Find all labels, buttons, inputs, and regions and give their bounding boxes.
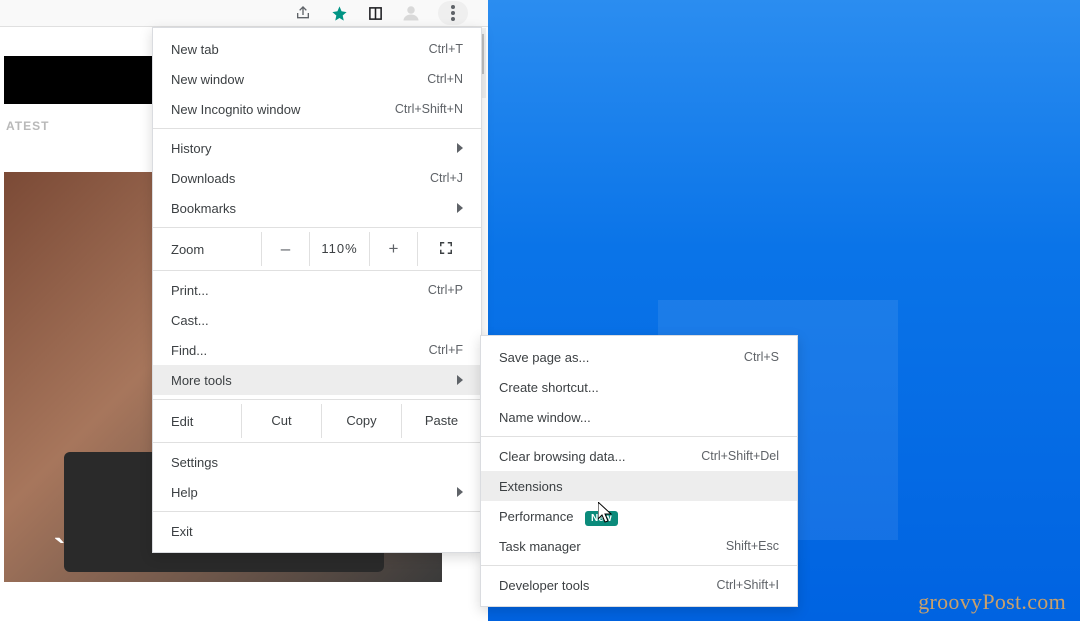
menu-separator	[153, 442, 481, 443]
menu-item-label: Find...	[171, 343, 429, 358]
menu-item-shortcut: Ctrl+Shift+I	[716, 578, 779, 592]
menu-item-shortcut: Shift+Esc	[726, 539, 779, 553]
menu-item-label: History	[171, 141, 457, 156]
share-icon[interactable]	[294, 4, 312, 22]
performance-text: Performance	[499, 509, 573, 524]
menu-item-shortcut: Ctrl+F	[429, 343, 463, 357]
menu-separator	[481, 565, 797, 566]
zoom-out-button[interactable]: –	[262, 232, 310, 266]
menu-item-label: Performance New	[499, 509, 779, 524]
menu-separator	[153, 399, 481, 400]
edit-label: Edit	[171, 414, 241, 429]
menu-print[interactable]: Print... Ctrl+P	[153, 275, 481, 305]
menu-item-shortcut: Ctrl+P	[428, 283, 463, 297]
menu-more-tools[interactable]: More tools	[153, 365, 481, 395]
reading-list-icon[interactable]	[366, 4, 384, 22]
zoom-value: 110%	[310, 232, 370, 266]
menu-item-label: More tools	[171, 373, 457, 388]
menu-new-window[interactable]: New window Ctrl+N	[153, 64, 481, 94]
menu-downloads[interactable]: Downloads Ctrl+J	[153, 163, 481, 193]
submenu-dev-tools[interactable]: Developer tools Ctrl+Shift+I	[481, 570, 797, 600]
submenu-save-page[interactable]: Save page as... Ctrl+S	[481, 342, 797, 372]
menu-separator	[153, 270, 481, 271]
menu-new-incognito[interactable]: New Incognito window Ctrl+Shift+N	[153, 94, 481, 124]
menu-item-shortcut: Ctrl+Shift+N	[395, 102, 463, 116]
browser-toolbar	[0, 0, 488, 27]
more-tools-submenu: Save page as... Ctrl+S Create shortcut..…	[480, 335, 798, 607]
menu-item-label: Exit	[171, 524, 463, 539]
chevron-right-icon	[457, 203, 463, 213]
menu-help[interactable]: Help	[153, 477, 481, 507]
chrome-main-menu: New tab Ctrl+T New window Ctrl+N New Inc…	[152, 27, 482, 553]
menu-item-label: Downloads	[171, 171, 430, 186]
menu-item-label: New Incognito window	[171, 102, 395, 117]
menu-separator	[153, 227, 481, 228]
chevron-right-icon	[457, 487, 463, 497]
menu-item-label: Name window...	[499, 410, 779, 425]
cut-button[interactable]: Cut	[241, 404, 321, 438]
menu-item-label: Task manager	[499, 539, 726, 554]
menu-item-label: Help	[171, 485, 457, 500]
submenu-clear-data[interactable]: Clear browsing data... Ctrl+Shift+Del	[481, 441, 797, 471]
menu-separator	[153, 511, 481, 512]
menu-find[interactable]: Find... Ctrl+F	[153, 335, 481, 365]
chevron-right-icon	[457, 143, 463, 153]
page-subtab[interactable]: ATEST	[0, 104, 86, 148]
mouse-cursor-icon	[598, 502, 614, 524]
menu-item-label: Cast...	[171, 313, 463, 328]
submenu-task-manager[interactable]: Task manager Shift+Esc	[481, 531, 797, 561]
menu-cast[interactable]: Cast...	[153, 305, 481, 335]
hero-text-fragment: `	[54, 533, 67, 572]
menu-item-shortcut: Ctrl+N	[427, 72, 463, 86]
menu-item-label: New window	[171, 72, 427, 87]
menu-exit[interactable]: Exit	[153, 516, 481, 546]
menu-zoom-row: Zoom – 110% +	[153, 232, 481, 266]
menu-new-tab[interactable]: New tab Ctrl+T	[153, 34, 481, 64]
menu-item-shortcut: Ctrl+T	[429, 42, 463, 56]
menu-edit-row: Edit Cut Copy Paste	[153, 404, 481, 438]
watermark-text: groovyPost.com	[918, 589, 1066, 615]
menu-icon[interactable]	[438, 1, 468, 25]
menu-separator	[481, 436, 797, 437]
menu-item-label: Settings	[171, 455, 463, 470]
menu-item-shortcut: Ctrl+S	[744, 350, 779, 364]
paste-button[interactable]: Paste	[401, 404, 481, 438]
menu-item-label: Developer tools	[499, 578, 716, 593]
menu-item-label: Print...	[171, 283, 428, 298]
menu-item-label: Save page as...	[499, 350, 744, 365]
submenu-extensions[interactable]: Extensions	[481, 471, 797, 501]
menu-item-shortcut: Ctrl+J	[430, 171, 463, 185]
menu-settings[interactable]: Settings	[153, 447, 481, 477]
submenu-name-window[interactable]: Name window...	[481, 402, 797, 432]
menu-history[interactable]: History	[153, 133, 481, 163]
menu-item-label: New tab	[171, 42, 429, 57]
zoom-in-button[interactable]: +	[370, 232, 418, 266]
submenu-performance[interactable]: Performance New	[481, 501, 797, 531]
copy-button[interactable]: Copy	[321, 404, 401, 438]
submenu-create-shortcut[interactable]: Create shortcut...	[481, 372, 797, 402]
menu-item-label: Extensions	[499, 479, 779, 494]
menu-item-shortcut: Ctrl+Shift+Del	[701, 449, 779, 463]
profile-icon[interactable]	[402, 4, 420, 22]
menu-bookmarks[interactable]: Bookmarks	[153, 193, 481, 223]
menu-item-label: Create shortcut...	[499, 380, 779, 395]
menu-item-label: Clear browsing data...	[499, 449, 701, 464]
chevron-right-icon	[457, 375, 463, 385]
zoom-label: Zoom	[171, 242, 261, 257]
star-icon[interactable]	[330, 4, 348, 22]
menu-separator	[153, 128, 481, 129]
menu-item-label: Bookmarks	[171, 201, 457, 216]
fullscreen-button[interactable]	[418, 241, 474, 258]
